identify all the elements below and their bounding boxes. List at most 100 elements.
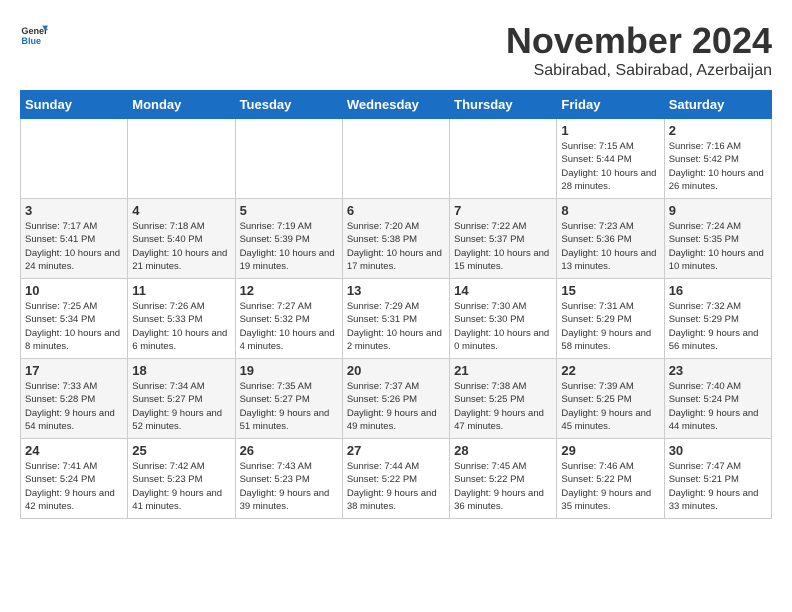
day-number: 7 xyxy=(454,203,552,218)
table-row xyxy=(128,119,235,199)
day-info: Sunrise: 7:40 AM Sunset: 5:24 PM Dayligh… xyxy=(669,380,767,433)
day-number: 22 xyxy=(561,363,659,378)
table-row: 13Sunrise: 7:29 AM Sunset: 5:31 PM Dayli… xyxy=(342,279,449,359)
day-info: Sunrise: 7:39 AM Sunset: 5:25 PM Dayligh… xyxy=(561,380,659,433)
day-number: 17 xyxy=(25,363,123,378)
table-row: 12 Sunrise: 7:27 AM Sunset: 5:32 PM Dayli… xyxy=(235,279,342,359)
day-info: Sunrise: 7:25 AM Sunset: 5:34 PM Dayligh… xyxy=(25,300,123,353)
table-row: 6 Sunrise: 7:20 AM Sunset: 5:38 PM Daylig… xyxy=(342,199,449,279)
day-number: 10 xyxy=(25,283,123,298)
table-row: 4 Sunrise: 7:18 AM Sunset: 5:40 PM Daylig… xyxy=(128,199,235,279)
table-row: 1 Sunrise: 7:15 AM Sunset: 5:44 PM Daylig… xyxy=(557,119,664,199)
day-info: Sunrise: 7:26 AM Sunset: 5:33 PM Dayligh… xyxy=(132,300,230,353)
table-row: 26 Sunrise: 7:43 AM Sunset: 5:23 PM Dayli… xyxy=(235,439,342,519)
day-info: Sunrise: 7:33 AM Sunset: 5:28 PM Dayligh… xyxy=(25,380,123,433)
day-number: 8 xyxy=(561,203,659,218)
calendar-header-row: Sunday Monday Tuesday Wednesday Thursday… xyxy=(21,91,772,119)
day-number: 24 xyxy=(25,443,123,458)
day-info: Sunrise: 7:43 AM Sunset: 5:23 PM Dayligh… xyxy=(240,460,338,513)
logo: General Blue xyxy=(20,20,48,48)
calendar-week-row: 3Sunrise: 7:17 AM Sunset: 5:41 PM Daylig… xyxy=(21,199,772,279)
day-info: Sunrise: 7:20 AM Sunset: 5:38 PM Dayligh… xyxy=(347,220,445,273)
day-info: Sunrise: 7:37 AM Sunset: 5:26 PM Dayligh… xyxy=(347,380,445,433)
day-info: Sunrise: 7:16 AM Sunset: 5:42 PM Dayligh… xyxy=(669,140,767,193)
table-row: 14 Sunrise: 7:30 AM Sunset: 5:30 PM Dayli… xyxy=(450,279,557,359)
day-info: Sunrise: 7:47 AM Sunset: 5:21 PM Dayligh… xyxy=(669,460,767,513)
table-row: 15 Sunrise: 7:31 AM Sunset: 5:29 PM Dayli… xyxy=(557,279,664,359)
day-info: Sunrise: 7:35 AM Sunset: 5:27 PM Dayligh… xyxy=(240,380,338,433)
day-number: 3 xyxy=(25,203,123,218)
day-number: 14 xyxy=(454,283,552,298)
table-row: 22 Sunrise: 7:39 AM Sunset: 5:25 PM Dayli… xyxy=(557,359,664,439)
day-info: Sunrise: 7:15 AM Sunset: 5:44 PM Dayligh… xyxy=(561,140,659,193)
day-info: Sunrise: 7:31 AM Sunset: 5:29 PM Dayligh… xyxy=(561,300,659,353)
day-number: 20 xyxy=(347,363,445,378)
table-row: 8 Sunrise: 7:23 AM Sunset: 5:36 PM Daylig… xyxy=(557,199,664,279)
day-number: 26 xyxy=(240,443,338,458)
day-info: Sunrise: 7:45 AM Sunset: 5:22 PM Dayligh… xyxy=(454,460,552,513)
day-number: 5 xyxy=(240,203,338,218)
day-number: 21 xyxy=(454,363,552,378)
day-number: 9 xyxy=(669,203,767,218)
calendar-week-row: 10 Sunrise: 7:25 AM Sunset: 5:34 PM Dayli… xyxy=(21,279,772,359)
month-title: November 2024 xyxy=(506,20,772,62)
col-saturday: Saturday xyxy=(664,91,771,119)
day-number: 29 xyxy=(561,443,659,458)
page-header: General Blue November 2024 Sabirabad, Sa… xyxy=(20,20,772,80)
col-monday: Monday xyxy=(128,91,235,119)
calendar-week-row: 17 Sunrise: 7:33 AM Sunset: 5:28 PM Dayli… xyxy=(21,359,772,439)
col-tuesday: Tuesday xyxy=(235,91,342,119)
day-info: Sunrise: 7:19 AM Sunset: 5:39 PM Dayligh… xyxy=(240,220,338,273)
calendar-week-row: 24Sunrise: 7:41 AM Sunset: 5:24 PM Dayli… xyxy=(21,439,772,519)
col-friday: Friday xyxy=(557,91,664,119)
table-row: 28 Sunrise: 7:45 AM Sunset: 5:22 PM Dayli… xyxy=(450,439,557,519)
table-row xyxy=(450,119,557,199)
day-info: Sunrise: 7:22 AM Sunset: 5:37 PM Dayligh… xyxy=(454,220,552,273)
table-row: 21 Sunrise: 7:38 AM Sunset: 5:25 PM Dayli… xyxy=(450,359,557,439)
table-row xyxy=(235,119,342,199)
table-row: 23 Sunrise: 7:40 AM Sunset: 5:24 PM Dayli… xyxy=(664,359,771,439)
day-number: 6 xyxy=(347,203,445,218)
day-info: Sunrise: 7:38 AM Sunset: 5:25 PM Dayligh… xyxy=(454,380,552,433)
day-info: Sunrise: 7:18 AM Sunset: 5:40 PM Dayligh… xyxy=(132,220,230,273)
title-area: November 2024 Sabirabad, Sabirabad, Azer… xyxy=(506,20,772,80)
table-row: 2 Sunrise: 7:16 AM Sunset: 5:42 PM Daylig… xyxy=(664,119,771,199)
day-info: Sunrise: 7:27 AM Sunset: 5:32 PM Dayligh… xyxy=(240,300,338,353)
location-subtitle: Sabirabad, Sabirabad, Azerbaijan xyxy=(506,62,772,80)
logo-icon: General Blue xyxy=(20,20,48,48)
day-number: 25 xyxy=(132,443,230,458)
table-row: 9 Sunrise: 7:24 AM Sunset: 5:35 PM Daylig… xyxy=(664,199,771,279)
table-row: 10 Sunrise: 7:25 AM Sunset: 5:34 PM Dayli… xyxy=(21,279,128,359)
table-row: 29 Sunrise: 7:46 AM Sunset: 5:22 PM Dayli… xyxy=(557,439,664,519)
table-row xyxy=(342,119,449,199)
day-number: 2 xyxy=(669,123,767,138)
day-info: Sunrise: 7:24 AM Sunset: 5:35 PM Dayligh… xyxy=(669,220,767,273)
day-number: 4 xyxy=(132,203,230,218)
day-number: 18 xyxy=(132,363,230,378)
day-number: 15 xyxy=(561,283,659,298)
day-info: Sunrise: 7:46 AM Sunset: 5:22 PM Dayligh… xyxy=(561,460,659,513)
table-row: 5 Sunrise: 7:19 AM Sunset: 5:39 PM Daylig… xyxy=(235,199,342,279)
day-number: 27 xyxy=(347,443,445,458)
table-row: 7 Sunrise: 7:22 AM Sunset: 5:37 PM Daylig… xyxy=(450,199,557,279)
table-row: 24Sunrise: 7:41 AM Sunset: 5:24 PM Dayli… xyxy=(21,439,128,519)
col-sunday: Sunday xyxy=(21,91,128,119)
table-row: 20 Sunrise: 7:37 AM Sunset: 5:26 PM Dayli… xyxy=(342,359,449,439)
day-number: 30 xyxy=(669,443,767,458)
day-number: 12 xyxy=(240,283,338,298)
day-info: Sunrise: 7:32 AM Sunset: 5:29 PM Dayligh… xyxy=(669,300,767,353)
day-info: Sunrise: 7:42 AM Sunset: 5:23 PM Dayligh… xyxy=(132,460,230,513)
day-number: 23 xyxy=(669,363,767,378)
day-number: 13 xyxy=(347,283,445,298)
svg-text:Blue: Blue xyxy=(21,36,41,46)
table-row: 18Sunrise: 7:34 AM Sunset: 5:27 PM Dayli… xyxy=(128,359,235,439)
table-row: 27Sunrise: 7:44 AM Sunset: 5:22 PM Dayli… xyxy=(342,439,449,519)
table-row: 19Sunrise: 7:35 AM Sunset: 5:27 PM Dayli… xyxy=(235,359,342,439)
table-row: 30 Sunrise: 7:47 AM Sunset: 5:21 PM Dayli… xyxy=(664,439,771,519)
calendar-week-row: 1 Sunrise: 7:15 AM Sunset: 5:44 PM Daylig… xyxy=(21,119,772,199)
day-info: Sunrise: 7:30 AM Sunset: 5:30 PM Dayligh… xyxy=(454,300,552,353)
day-info: Sunrise: 7:23 AM Sunset: 5:36 PM Dayligh… xyxy=(561,220,659,273)
day-number: 28 xyxy=(454,443,552,458)
day-number: 1 xyxy=(561,123,659,138)
table-row: 17 Sunrise: 7:33 AM Sunset: 5:28 PM Dayli… xyxy=(21,359,128,439)
